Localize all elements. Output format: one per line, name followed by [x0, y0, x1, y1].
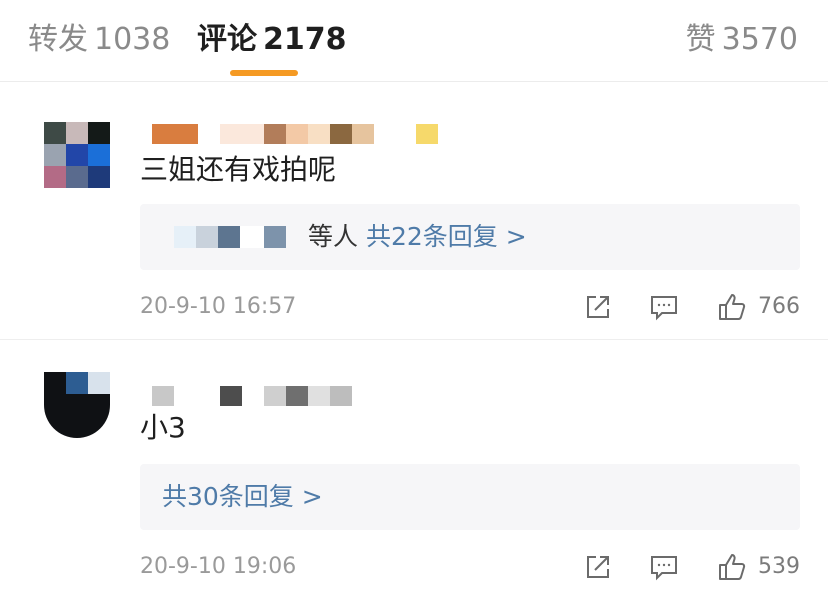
tab-bar: 转发 1038 评论 2178 赞 3570 [0, 0, 828, 82]
tab-repost[interactable]: 转发 1038 [28, 20, 170, 60]
username-pixelated[interactable] [152, 386, 352, 408]
avatar[interactable] [44, 122, 110, 188]
comment-text: 三姐还有戏拍呢 [140, 153, 337, 186]
share-icon[interactable] [582, 291, 614, 323]
comment-item: 小3 共30条回复 > 20-9-10 19:06 539 [0, 362, 828, 596]
active-tab-indicator [230, 70, 298, 76]
comment-icon[interactable] [648, 551, 680, 583]
view-replies-link[interactable]: 共30条回复 > [162, 482, 323, 511]
comment-time: 20-9-10 16:57 [140, 294, 297, 319]
tab-like-count: 3570 [721, 22, 798, 57]
tab-comment-label: 评论 [197, 22, 257, 57]
thumbs-up-icon[interactable] [716, 291, 748, 323]
reply-summary[interactable]: 等人 共22条回复 > [140, 204, 800, 270]
tab-repost-count: 1038 [94, 22, 171, 57]
comment-item: 三姐还有戏拍呢 等人 共22条回复 > 20-9-10 16:57 766 [0, 112, 828, 340]
avatar-pixel-block [66, 372, 88, 394]
reply-summary[interactable]: 共30条回复 > [140, 464, 800, 530]
comment-time: 20-9-10 19:06 [140, 554, 297, 579]
reply-summary-text: 等人 共22条回复 > [308, 220, 527, 254]
tab-like[interactable]: 赞 3570 [686, 20, 798, 60]
view-replies-link[interactable]: 共22条回复 > [366, 222, 527, 251]
comment-icon[interactable] [648, 291, 680, 323]
comment-actions: 766 [582, 289, 800, 325]
thumbs-up-icon[interactable] [716, 551, 748, 583]
avatar[interactable] [44, 372, 110, 438]
comment-actions: 539 [582, 549, 800, 585]
username-pixelated[interactable] [152, 124, 438, 146]
tab-comment-count: 2178 [263, 22, 347, 57]
reply-summary-text: 共30条回复 > [162, 480, 323, 514]
avatar-pixel-block [88, 372, 110, 394]
like-count: 539 [758, 554, 800, 579]
tab-like-label: 赞 [685, 22, 716, 57]
reply-users-pixelated [174, 226, 286, 248]
reply-prefix: 等人 [308, 222, 359, 251]
comment-page: 转发 1038 评论 2178 赞 3570 三姐还有戏拍呢 等人 共22条回复… [0, 0, 828, 596]
like-count: 766 [758, 294, 800, 319]
tab-repost-label: 转发 [28, 22, 88, 57]
share-icon[interactable] [582, 551, 614, 583]
tab-comment[interactable]: 评论 2178 [197, 20, 347, 60]
comment-text: 小3 [140, 411, 186, 444]
